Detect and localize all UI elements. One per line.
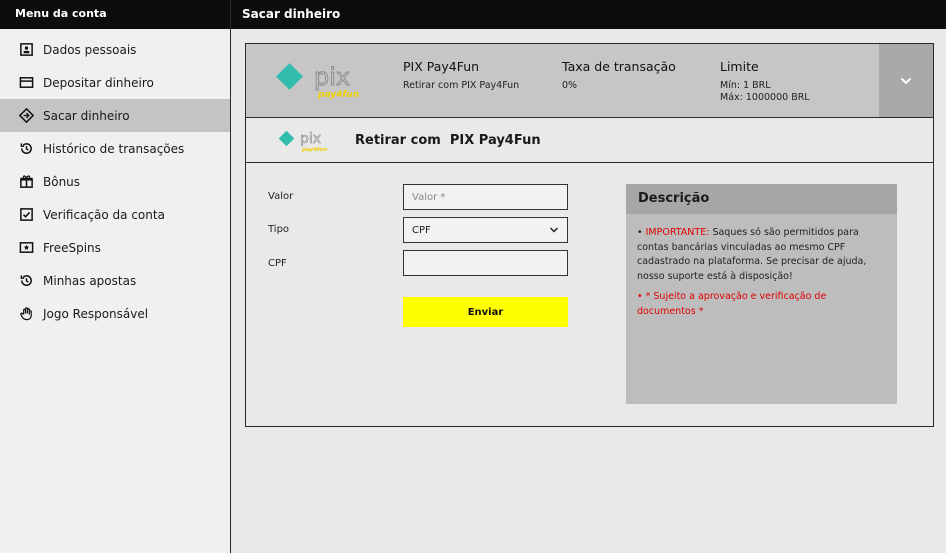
sidebar-item-dados-pessoais[interactable]: Dados pessoais	[0, 33, 230, 66]
logo-small-pix-text: pix	[300, 131, 321, 147]
checkbox-icon	[18, 207, 34, 223]
logo-small-pay4fun-text: pay4fun	[301, 147, 327, 153]
sidebar-item-label: Depositar dinheiro	[43, 75, 154, 90]
sidebar-item-label: Dados pessoais	[43, 42, 137, 57]
limit-min: Mín: 1 BRL	[720, 80, 771, 91]
sidebar-item-label: Sacar dinheiro	[43, 108, 130, 123]
description-body: • IMPORTANTE: Saques só são permitidos p…	[626, 214, 897, 337]
method-limit-col: Limite Mín: 1 BRL Máx: 1000000 BRL	[720, 59, 810, 104]
chevron-down-icon	[900, 77, 912, 84]
sidebar-item-minhas-apostas[interactable]: Minhas apostas	[0, 264, 230, 297]
description-note: • * Sujeito a aprovação e verificação de…	[637, 291, 827, 317]
logo-pix-text: pix	[314, 63, 350, 91]
withdraw-panel: pix pay4fun PIX Pay4Fun Retirar com PIX …	[245, 43, 934, 427]
valor-input[interactable]	[403, 184, 568, 210]
description-title: Descrição	[626, 184, 897, 214]
sidebar-menu: Dados pessoais Depositar dinheiro Sacar …	[0, 33, 230, 330]
description-important: • IMPORTANTE: Saques só são permitidos p…	[637, 227, 867, 282]
sidebar-item-freespins[interactable]: FreeSpins	[0, 231, 230, 264]
sidebar-item-label: Verificação da conta	[43, 207, 165, 222]
tipo-select-value: CPF	[412, 224, 431, 236]
sidebar-item-label: Bônus	[43, 174, 81, 189]
account-sidebar: Menu da conta Dados pessoais Depositar d…	[0, 0, 231, 553]
sidebar-item-label: Histórico de transações	[43, 141, 185, 156]
sidebar-item-label: FreeSpins	[43, 240, 101, 255]
sidebar-item-label: Minhas apostas	[43, 273, 137, 288]
sidebar-item-historico[interactable]: Histórico de transações	[0, 132, 230, 165]
cpf-input[interactable]	[403, 250, 568, 276]
logo-pay4fun-text: pay4fun	[317, 90, 359, 100]
description-box: Descrição • IMPORTANTE: Saques só são pe…	[626, 184, 897, 404]
pix-pay4fun-logo: pix pay4fun	[276, 63, 359, 100]
cpf-label: CPF	[268, 258, 287, 269]
sidebar-item-sacar[interactable]: Sacar dinheiro	[0, 99, 230, 132]
submit-button[interactable]: Enviar	[403, 297, 568, 327]
history-icon	[18, 141, 34, 157]
form-title: Retirar com PIX Pay4Fun	[355, 133, 541, 148]
valor-label: Valor	[268, 191, 294, 202]
sidebar-item-verificacao[interactable]: Verificação da conta	[0, 198, 230, 231]
sidebar-item-bonus[interactable]: Bônus	[0, 165, 230, 198]
tipo-label: Tipo	[268, 224, 290, 235]
history-icon	[18, 273, 34, 289]
tipo-select[interactable]: CPF	[403, 217, 568, 243]
note-text: * Sujeito a aprovação e verificação de d…	[637, 291, 827, 317]
method-name: PIX Pay4Fun	[403, 59, 480, 74]
expand-method-button[interactable]	[879, 44, 933, 117]
important-label: IMPORTANTE:	[645, 227, 710, 238]
method-subtitle: Retirar com PIX Pay4Fun	[403, 80, 520, 91]
ticket-icon	[18, 240, 34, 256]
form-header: pix pay4fun Retirar com PIX Pay4Fun	[246, 117, 933, 163]
pix-pay4fun-logo-small: pix pay4fun	[278, 131, 327, 153]
chevron-down-icon	[549, 227, 559, 233]
fee-value: 0%	[562, 80, 578, 91]
sidebar-item-jogo-responsavel[interactable]: Jogo Responsável	[0, 297, 230, 330]
withdraw-icon	[18, 108, 34, 124]
id-card-icon	[18, 42, 34, 58]
hand-icon	[18, 306, 34, 322]
gift-icon	[18, 174, 34, 190]
fee-label: Taxa de transação	[562, 59, 676, 74]
method-name-col: PIX Pay4Fun Retirar com PIX Pay4Fun	[403, 59, 519, 92]
limit-max: Máx: 1000000 BRL	[720, 92, 810, 103]
sidebar-title: Menu da conta	[0, 0, 230, 29]
limit-label: Limite	[720, 59, 759, 74]
page-title: Sacar dinheiro	[231, 0, 946, 29]
card-icon	[18, 75, 34, 91]
sidebar-item-label: Jogo Responsável	[43, 306, 149, 321]
payment-method-row[interactable]: pix pay4fun PIX Pay4Fun Retirar com PIX …	[246, 44, 933, 117]
method-fee-col: Taxa de transação 0%	[562, 59, 676, 92]
sidebar-item-depositar[interactable]: Depositar dinheiro	[0, 66, 230, 99]
